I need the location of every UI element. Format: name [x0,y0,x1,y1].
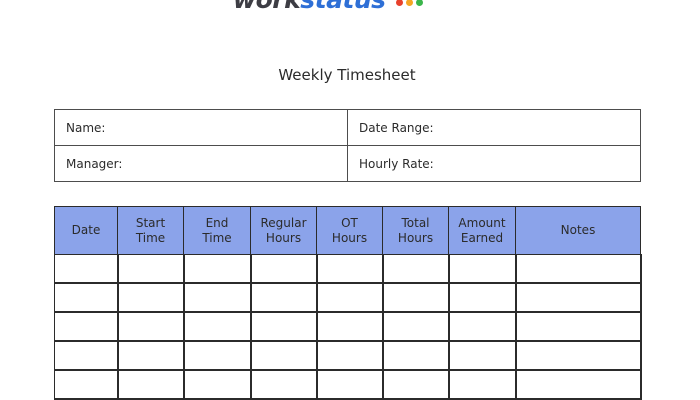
cell-total-hours[interactable] [382,282,450,313]
employee-info-table: Name: Date Range: Manager: Hourly Rate: [54,109,641,182]
column-header-total-hours: Total Hours [382,206,449,255]
cell-end-time[interactable] [183,282,252,313]
cell-regular-hours[interactable] [250,254,318,284]
cell-end-time[interactable] [183,340,252,371]
column-header-text: Regular [260,215,307,230]
column-header-end-time: End Time [183,206,251,255]
column-header-text: Total [401,215,430,230]
cell-notes[interactable] [515,369,642,400]
cell-notes[interactable] [515,311,642,342]
manager-field[interactable]: Manager: [54,145,348,182]
page-title: Weekly Timesheet [278,66,416,84]
cell-date[interactable] [54,311,119,342]
column-header-text: Date [71,223,101,237]
column-header-text: Earned [460,230,504,245]
column-header-text: End [205,215,229,230]
timesheet-table: Date Start Time End Time Regular Hours OT Hours T… [54,206,642,400]
cell-regular-hours[interactable] [250,369,318,400]
logo-dot-red [395,0,403,6]
column-header-text: Time [135,230,166,245]
logo-dots-icon [395,0,423,6]
name-label: Name: [66,120,106,135]
cell-start-time[interactable] [117,254,185,284]
name-field[interactable]: Name: [54,109,348,146]
cell-amount-earned[interactable] [448,340,517,371]
cell-total-hours[interactable] [382,369,450,400]
table-row [54,369,642,400]
workstatus-logo: workstatus [233,0,423,14]
column-header-notes: Notes [515,206,641,255]
cell-ot-hours[interactable] [316,254,384,284]
table-row [54,311,642,342]
date-range-label: Date Range: [359,120,434,135]
logo-text-status: status [300,0,386,14]
cell-notes[interactable] [515,282,642,313]
timesheet-body [54,254,642,400]
column-header-text: Start [135,215,166,230]
cell-ot-hours[interactable] [316,340,384,371]
cell-start-time[interactable] [117,340,185,371]
cell-start-time[interactable] [117,311,185,342]
cell-regular-hours[interactable] [250,340,318,371]
column-header-text: Hours [397,230,434,245]
date-range-field[interactable]: Date Range: [347,109,641,146]
column-header-regular-hours: Regular Hours [250,206,317,255]
cell-notes[interactable] [515,254,642,284]
cell-date[interactable] [54,369,119,400]
column-header-text: Hours [331,230,368,245]
cell-ot-hours[interactable] [316,369,384,400]
cell-amount-earned[interactable] [448,311,517,342]
column-header-date: Date [54,206,118,255]
cell-total-hours[interactable] [382,340,450,371]
cell-end-time[interactable] [183,369,252,400]
cell-start-time[interactable] [117,282,185,313]
cell-regular-hours[interactable] [250,311,318,342]
table-row [54,282,642,313]
cell-start-time[interactable] [117,369,185,400]
cell-date[interactable] [54,282,119,313]
cell-total-hours[interactable] [382,254,450,284]
cell-end-time[interactable] [183,311,252,342]
cell-total-hours[interactable] [382,311,450,342]
column-header-text: OT [341,215,358,230]
cell-date[interactable] [54,254,119,284]
table-row [54,254,642,284]
column-header-text: Time [202,230,232,245]
manager-label: Manager: [66,156,123,171]
logo-dot-green [415,0,423,6]
column-header-text: Amount [458,215,506,230]
cell-amount-earned[interactable] [448,282,517,313]
info-row: Manager: Hourly Rate: [54,145,641,182]
column-header-start-time: Start Time [117,206,184,255]
logo-dot-orange [405,0,413,6]
cell-end-time[interactable] [183,254,252,284]
cell-date[interactable] [54,340,119,371]
column-header-text: Notes [560,223,596,237]
cell-amount-earned[interactable] [448,369,517,400]
cell-amount-earned[interactable] [448,254,517,284]
column-header-ot-hours: OT Hours [316,206,383,255]
hourly-rate-field[interactable]: Hourly Rate: [347,145,641,182]
column-header-amount-earned: Amount Earned [448,206,516,255]
column-header-text: Hours [265,230,302,245]
table-row [54,340,642,371]
hourly-rate-label: Hourly Rate: [359,156,434,171]
cell-ot-hours[interactable] [316,311,384,342]
info-row: Name: Date Range: [54,109,641,146]
cell-ot-hours[interactable] [316,282,384,313]
timesheet-header-row: Date Start Time End Time Regular Hours OT Hours T… [54,206,641,255]
cell-regular-hours[interactable] [250,282,318,313]
logo-text-work: work [233,0,301,14]
cell-notes[interactable] [515,340,642,371]
